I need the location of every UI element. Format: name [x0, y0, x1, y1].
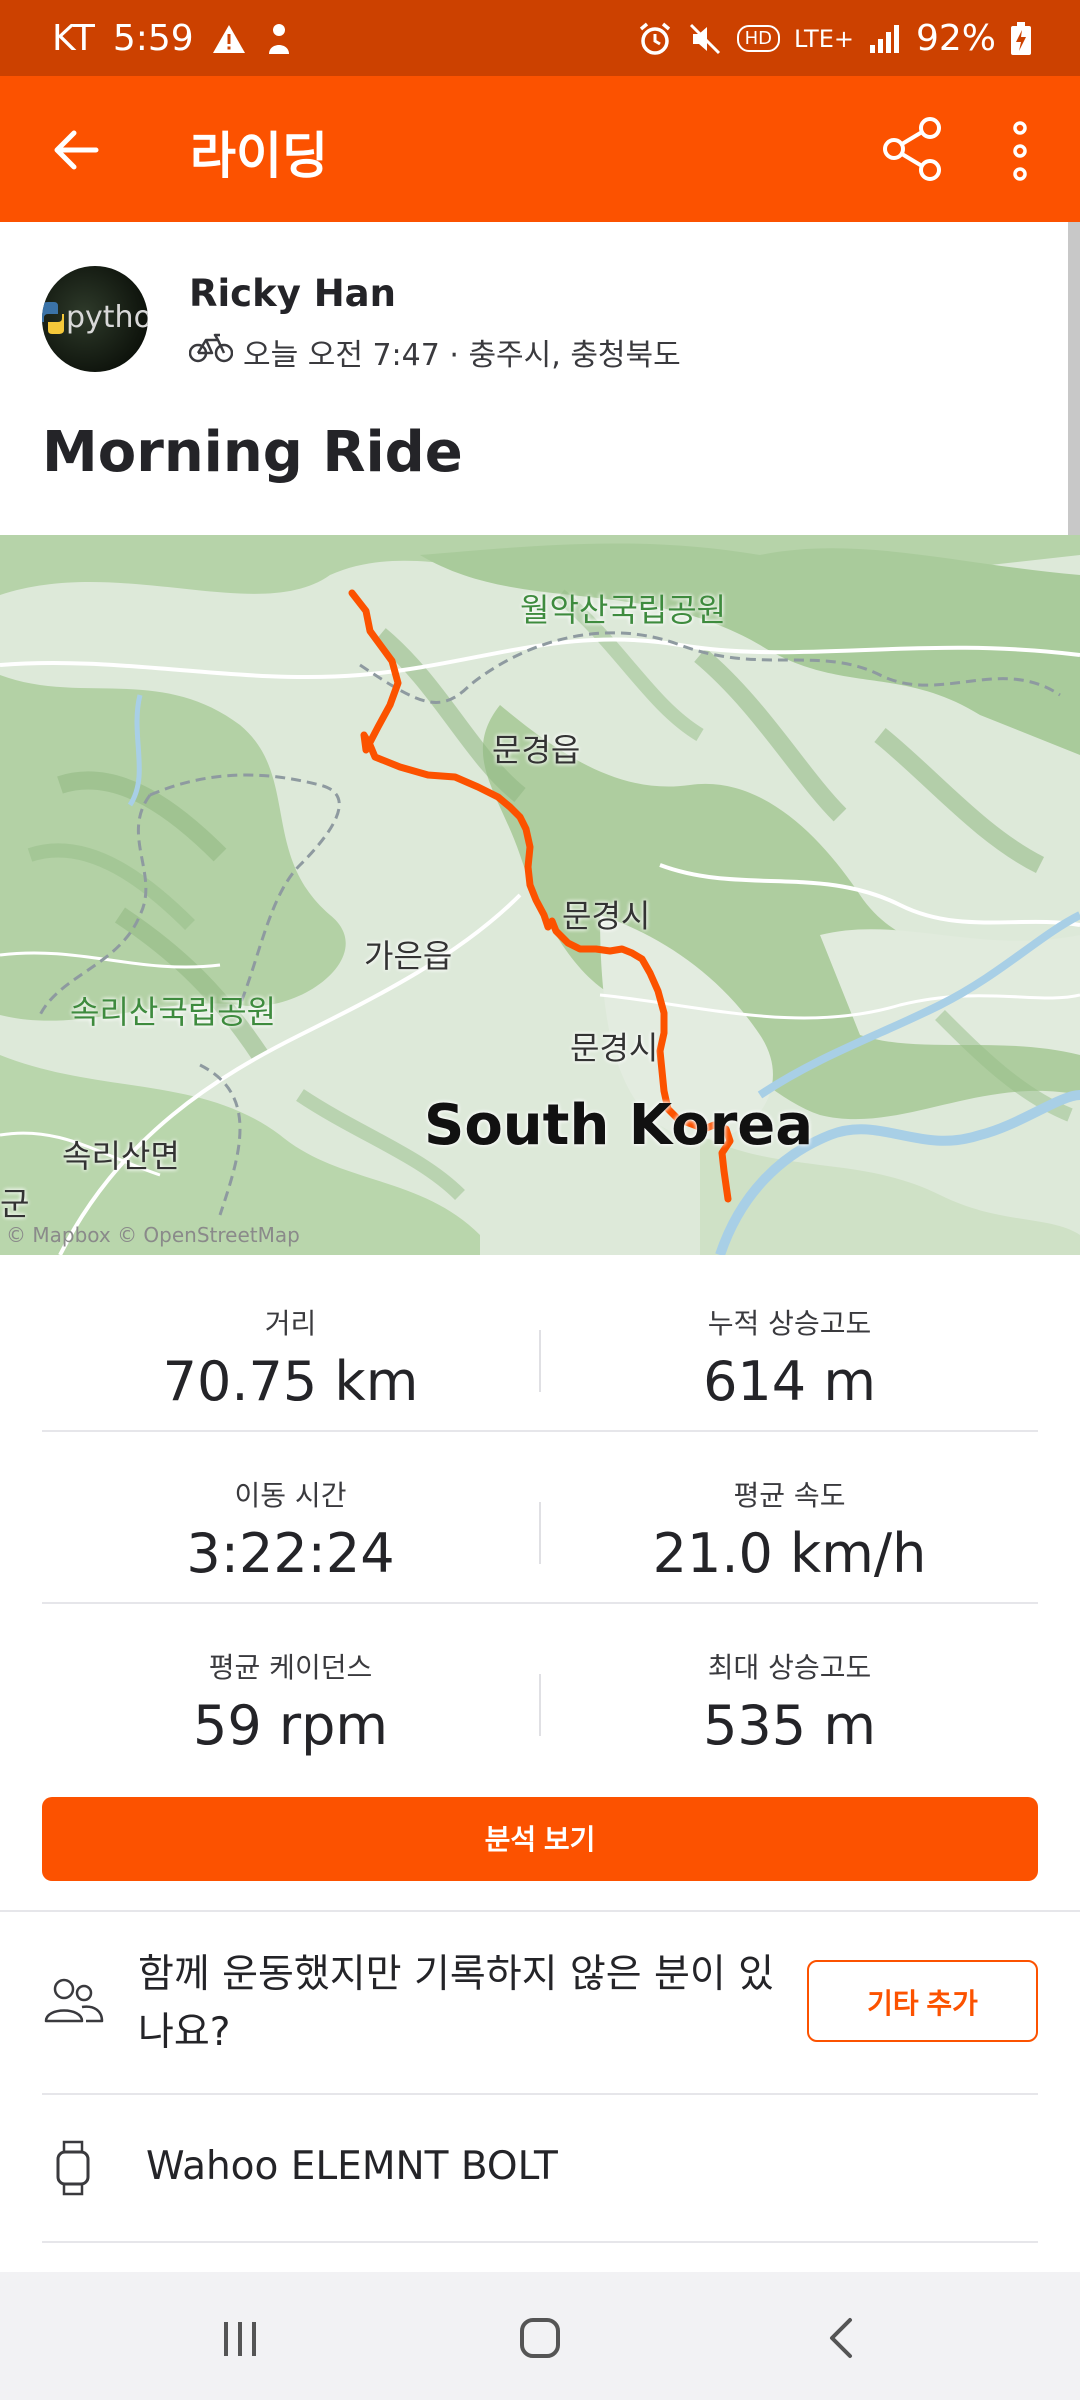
system-nav-bar — [0, 2272, 1080, 2400]
stats-row: 평균 케이던스 59 rpm 최대 상승고도 535 m — [42, 1604, 1038, 1774]
stat-value: 535 m — [703, 1694, 876, 1757]
map-attribution[interactable]: © Mapbox © OpenStreetMap — [6, 1223, 300, 1247]
stat-value: 59 rpm — [193, 1694, 388, 1757]
stat-label: 평균 속도 — [733, 1479, 846, 1512]
map-label: 가은읍 — [364, 937, 453, 975]
python-logo-icon — [42, 302, 64, 334]
stat-label: 이동 시간 — [234, 1479, 347, 1512]
map-label: 문경시 — [570, 1029, 659, 1067]
avatar[interactable]: python — [42, 266, 148, 372]
mute-icon — [687, 21, 723, 57]
carrier-label: KT — [52, 18, 95, 59]
watch-icon — [55, 2140, 91, 2196]
group-activity-prompt: 함께 운동했지만 기록하지 않은 분이 있나요? — [138, 1952, 775, 2055]
notification-icon — [264, 22, 294, 56]
activity-date-location: 오늘 오전 7:47 · 충주시, 충청북도 — [243, 338, 681, 373]
stats-row: 이동 시간 3:22:24 평균 속도 21.0 km/h — [42, 1432, 1038, 1604]
back-icon[interactable] — [812, 2308, 872, 2368]
map-label: 월악산국립공원 — [520, 591, 727, 629]
map-label: 군 — [0, 1185, 30, 1223]
stat-max-elevation: 최대 상승고도 535 m — [541, 1604, 1038, 1757]
bike-icon — [188, 333, 234, 371]
stat-label: 평균 케이던스 — [208, 1651, 373, 1684]
battery-percent: 92% — [915, 18, 996, 59]
divider — [42, 2241, 1038, 2243]
stat-label: 최대 상승고도 — [707, 1651, 872, 1684]
map-label: 속리산면 — [62, 1137, 180, 1175]
battery-charging-icon — [1010, 21, 1032, 56]
recent-apps-icon[interactable] — [210, 2308, 270, 2368]
stat-distance: 거리 70.75 km — [42, 1260, 539, 1413]
group-icon — [42, 1975, 104, 2027]
stat-value: 3:22:24 — [186, 1522, 395, 1585]
avatar-text: python — [66, 300, 148, 335]
view-analysis-button[interactable]: 분석 보기 — [42, 1797, 1038, 1881]
route-map[interactable]: 월악산국립공원 문경읍 문경시 가은읍 속리산국립공원 문경시 속리산면 군 S… — [0, 535, 1080, 1255]
map-label: 문경읍 — [492, 731, 581, 769]
more-options-icon[interactable] — [1000, 116, 1040, 186]
stats-grid: 거리 70.75 km 누적 상승고도 614 m 이동 시간 3:22:24 … — [42, 1260, 1038, 1774]
back-arrow-icon[interactable] — [46, 120, 106, 180]
clock: 5:59 — [112, 18, 194, 59]
map-country-label: South Korea — [424, 1093, 814, 1158]
device-name[interactable]: Wahoo ELEMNT BOLT — [146, 2144, 558, 2189]
stat-value: 21.0 km/h — [652, 1522, 927, 1585]
divider — [42, 2093, 1038, 2095]
activity-meta: 오늘 오전 7:47 · 충주시, 충청북도 — [188, 330, 681, 374]
divider — [0, 1910, 1080, 1912]
network-type: LTE+ — [793, 24, 854, 53]
stat-avg-cadence: 평균 케이던스 59 rpm — [42, 1604, 539, 1757]
stat-label: 누적 상승고도 — [707, 1307, 872, 1340]
add-others-button[interactable]: 기타 추가 — [807, 1960, 1038, 2042]
alarm-icon — [637, 21, 673, 57]
stat-value: 70.75 km — [162, 1350, 419, 1413]
stat-moving-time: 이동 시간 3:22:24 — [42, 1432, 539, 1585]
page-title: 라이딩 — [190, 127, 328, 185]
home-icon[interactable] — [510, 2308, 570, 2368]
share-icon[interactable] — [878, 114, 948, 184]
stat-value: 614 m — [703, 1350, 876, 1413]
stats-row: 거리 70.75 km 누적 상승고도 614 m — [42, 1260, 1038, 1432]
hd-icon: HD — [736, 25, 780, 52]
warning-icon — [212, 24, 246, 54]
map-label: 문경시 — [562, 897, 651, 935]
stat-avg-speed: 평균 속도 21.0 km/h — [541, 1432, 1038, 1585]
status-bar: KT 5:59 HD LTE+ 92% — [0, 0, 1080, 76]
activity-title: Morning Ride — [42, 420, 463, 485]
map-label: 속리산국립공원 — [70, 993, 277, 1031]
athlete-name[interactable]: Ricky Han — [189, 272, 396, 315]
stat-elevation-gain: 누적 상승고도 614 m — [541, 1260, 1038, 1413]
signal-icon — [868, 23, 902, 55]
stat-label: 거리 — [264, 1307, 317, 1340]
app-bar: 라이딩 — [0, 76, 1080, 222]
